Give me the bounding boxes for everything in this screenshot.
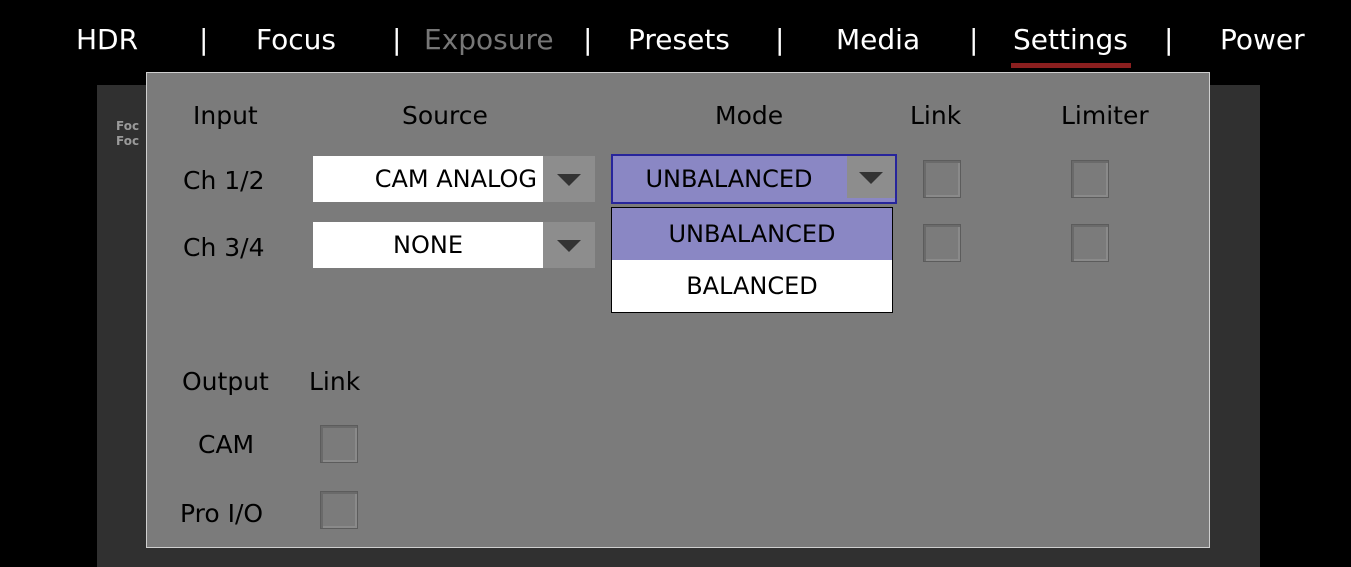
output-label-cam: CAM: [198, 430, 255, 459]
limiter-checkbox-ch34[interactable]: [1071, 224, 1109, 262]
nav-tab-focus[interactable]: Focus: [256, 20, 336, 60]
output-header: Output: [182, 367, 269, 396]
nav-separator: |: [775, 23, 785, 56]
nav-tab-settings[interactable]: Settings: [1013, 20, 1128, 60]
nav-tab-hdr[interactable]: HDR: [76, 20, 138, 60]
output-link-header: Link: [309, 367, 361, 396]
source-header: Source: [402, 101, 488, 130]
top-nav: HDR | Focus | Exposure | Presets | Media…: [0, 0, 1351, 80]
mode-select-value: UNBALANCED: [645, 165, 813, 193]
nav-separator: |: [392, 23, 402, 56]
nav-tab-exposure: Exposure: [424, 23, 554, 56]
mode-dropdown-list: UNBALANCED BALANCED: [611, 207, 893, 313]
chevron-down-icon: [557, 174, 581, 186]
background-text: Foc: [116, 134, 140, 148]
active-tab-indicator: [1011, 63, 1131, 68]
input-header: Input: [193, 101, 258, 130]
channel-label-ch34: Ch 3/4: [183, 233, 265, 262]
link-checkbox-ch34[interactable]: [923, 224, 961, 262]
background-text: Foc: [116, 119, 140, 133]
mode-select-ch12[interactable]: UNBALANCED: [611, 154, 897, 204]
link-checkbox-ch12[interactable]: [923, 160, 961, 198]
audio-settings-dialog: Input Source Mode Link Limiter Ch 1/2 CA…: [146, 72, 1210, 548]
nav-separator: |: [1164, 23, 1174, 56]
link-checkbox-pro-io[interactable]: [320, 491, 358, 529]
nav-separator: |: [583, 23, 593, 56]
source-select-value: CAM ANALOG: [374, 165, 537, 193]
output-label-pro-io: Pro I/O: [180, 499, 264, 528]
dropdown-arrow-button[interactable]: [543, 156, 595, 202]
nav-separator: |: [969, 23, 979, 56]
dropdown-option-unbalanced[interactable]: UNBALANCED: [612, 208, 892, 260]
nav-tab-presets[interactable]: Presets: [628, 20, 730, 60]
limiter-checkbox-ch12[interactable]: [1071, 160, 1109, 198]
link-checkbox-cam[interactable]: [320, 425, 358, 463]
channel-label-ch12: Ch 1/2: [183, 166, 265, 195]
nav-separator: |: [199, 23, 209, 56]
link-header: Link: [910, 101, 962, 130]
source-select-ch34[interactable]: NONE: [313, 222, 595, 268]
source-select-ch12[interactable]: CAM ANALOG: [313, 156, 595, 202]
mode-header: Mode: [715, 101, 784, 130]
chevron-down-icon: [557, 240, 581, 252]
dropdown-option-balanced[interactable]: BALANCED: [612, 260, 892, 312]
nav-tab-media[interactable]: Media: [836, 20, 920, 60]
limiter-header: Limiter: [1061, 101, 1149, 130]
nav-tab-power[interactable]: Power: [1220, 20, 1305, 60]
dropdown-arrow-button[interactable]: [543, 222, 595, 268]
chevron-down-icon: [859, 172, 883, 184]
dropdown-arrow-button[interactable]: [847, 156, 895, 198]
source-select-value: NONE: [393, 231, 463, 259]
